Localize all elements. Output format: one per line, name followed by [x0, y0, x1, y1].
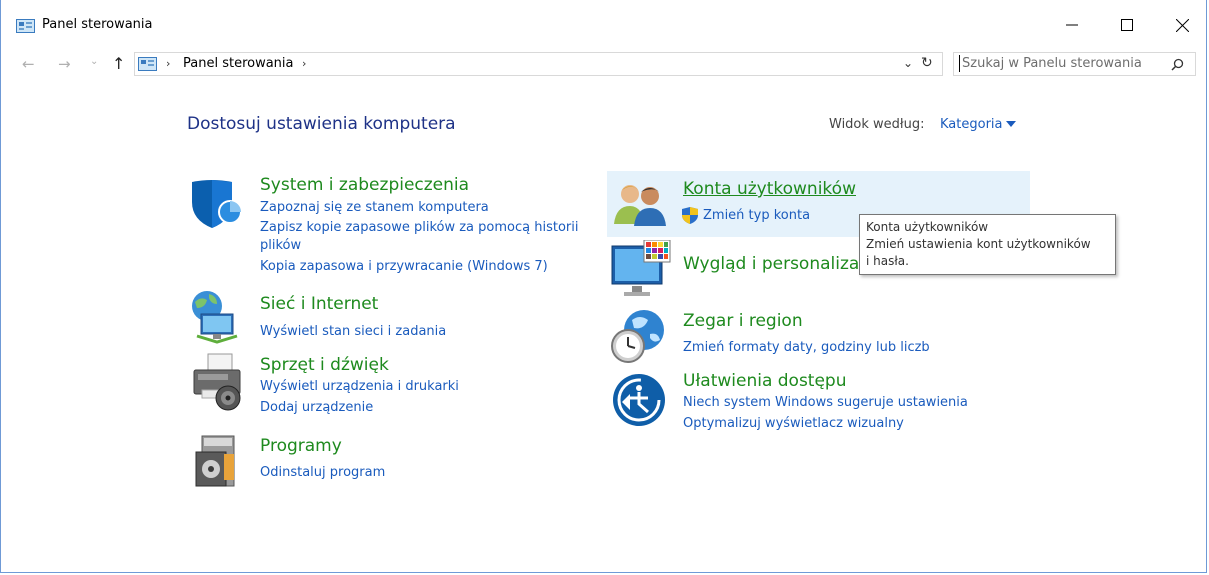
page-title: Dostosuj ustawienia komputera	[187, 114, 456, 134]
link-review-computer-status[interactable]: Zapoznaj się ze stanem komputera	[260, 200, 489, 215]
link-network-status[interactable]: Wyświetl stan sieci i zadania	[260, 324, 446, 339]
category-network-internet[interactable]: Sieć i Internet	[260, 294, 378, 314]
link-add-device[interactable]: Dodaj urządzenie	[260, 400, 373, 415]
tooltip-title: Konta użytkowników	[866, 220, 989, 234]
printer-icon[interactable]	[188, 352, 246, 414]
clock-globe-icon[interactable]	[610, 308, 668, 364]
uac-shield-icon	[682, 207, 698, 224]
title-bar: Panel sterowania	[0, 0, 1209, 46]
search-placeholder: Szukaj w Panelu sterowania	[962, 56, 1142, 71]
up-button[interactable]: ↑	[112, 54, 125, 73]
view-by-dropdown[interactable]: Kategoria	[940, 117, 1003, 132]
network-icon[interactable]	[187, 288, 245, 346]
category-appearance-personalization[interactable]: Wygląd i personaliza	[683, 254, 859, 274]
accessibility-icon[interactable]	[612, 372, 668, 428]
control-panel-icon	[16, 19, 35, 33]
recent-locations-chevron-icon[interactable]: ⌄	[90, 56, 98, 67]
maximize-button[interactable]	[1105, 8, 1149, 42]
users-icon[interactable]	[612, 180, 668, 228]
breadcrumb-panel[interactable]: Panel sterowania	[183, 56, 294, 71]
category-system-security[interactable]: System i zabezpieczenia	[260, 175, 469, 195]
user-accounts-tooltip: Konta użytkowników Zmień ustawienia kont…	[859, 214, 1116, 275]
category-ease-of-access[interactable]: Ułatwienia dostępu	[683, 371, 847, 391]
breadcrumb-separator-icon[interactable]: ›	[166, 57, 170, 70]
search-icon[interactable]	[1171, 58, 1184, 71]
link-devices-printers[interactable]: Wyświetl urządzenia i drukarki	[260, 379, 459, 394]
link-windows-suggest-settings[interactable]: Niech system Windows sugeruje ustawienia	[683, 395, 968, 410]
category-clock-region[interactable]: Zegar i region	[683, 311, 803, 331]
link-change-formats[interactable]: Zmień formaty daty, godziny lub liczb	[683, 340, 930, 355]
window-title: Panel sterowania	[42, 17, 153, 32]
back-button[interactable]: ←	[22, 55, 35, 73]
close-button[interactable]	[1160, 8, 1204, 42]
minimize-icon	[1066, 24, 1078, 26]
link-file-history[interactable]: Zapisz kopie zapasowe plików za pomocą h…	[260, 220, 578, 235]
link-uninstall-program[interactable]: Odinstaluj program	[260, 465, 385, 480]
link-optimize-visual-display[interactable]: Optymalizuj wyświetlacz wizualny	[683, 416, 904, 431]
programs-icon[interactable]	[194, 434, 242, 488]
link-file-history-cont[interactable]: plików	[260, 238, 301, 253]
maximize-icon	[1121, 19, 1133, 31]
link-backup-restore[interactable]: Kopia zapasowa i przywracanie (Windows 7…	[260, 259, 548, 274]
link-change-account-type[interactable]: Zmień typ konta	[703, 208, 810, 223]
category-user-accounts[interactable]: Konta użytkowników	[683, 179, 856, 199]
category-hardware-sound[interactable]: Sprzęt i dźwięk	[260, 355, 389, 375]
refresh-icon[interactable]: ↻	[921, 55, 933, 71]
address-dropdown-icon[interactable]: ⌄	[903, 56, 913, 70]
control-panel-crumb-icon	[138, 57, 157, 71]
control-panel-window	[0, 0, 1207, 573]
forward-button[interactable]: →	[58, 55, 71, 73]
tooltip-line-2: Zmień ustawienia kont użytkowników	[866, 237, 1091, 251]
minimize-button[interactable]	[1050, 8, 1094, 42]
dropdown-arrow-icon[interactable]	[1006, 121, 1016, 127]
text-caret	[959, 55, 960, 72]
appearance-icon[interactable]	[610, 240, 672, 298]
shield-icon[interactable]	[188, 178, 244, 230]
breadcrumb-chevron-icon[interactable]: ›	[302, 57, 306, 70]
close-icon	[1175, 18, 1189, 32]
tooltip-line-3: i hasła.	[866, 254, 909, 268]
category-programs[interactable]: Programy	[260, 436, 342, 456]
view-by-label: Widok według:	[829, 117, 925, 132]
